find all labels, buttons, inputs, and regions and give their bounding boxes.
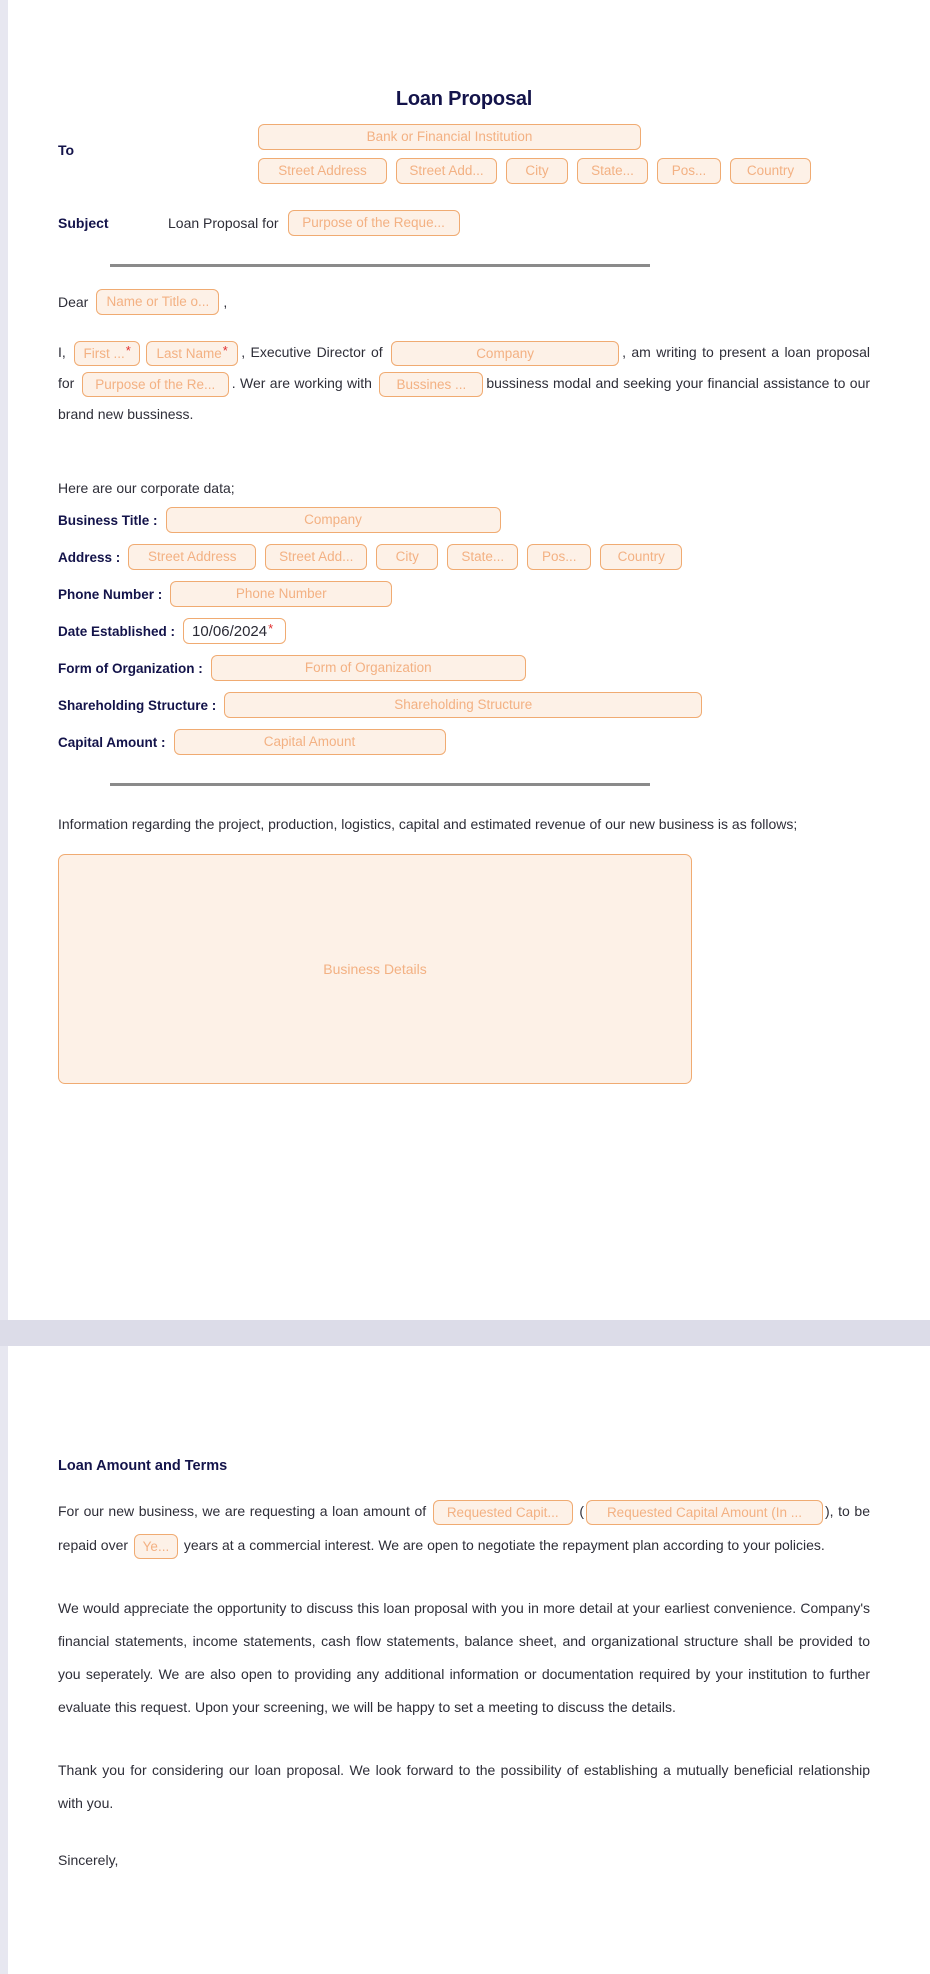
shareholding-structure-input[interactable]: Shareholding Structure (224, 692, 703, 718)
recipient-address-row: Street Address Street Add... City State.… (258, 158, 870, 184)
repayment-years-input[interactable]: Ye... (133, 1533, 178, 1559)
loan-terms-paragraph: For our new business, we are requesting … (58, 1494, 870, 1562)
address-label: Address : (58, 549, 121, 565)
subject-label: Subject (58, 215, 109, 231)
corporate-data-intro: Here are our corporate data; (58, 480, 235, 496)
corporate-row-phone: Phone Number : Phone Number (58, 581, 870, 607)
to-label: To (58, 142, 75, 158)
business-title-label: Business Title : (58, 512, 158, 528)
corporate-country-input[interactable]: Country (600, 544, 683, 570)
divider-bottom (110, 783, 650, 786)
intro-text-1: I, (58, 344, 66, 360)
corporate-city-input[interactable]: City (376, 544, 439, 570)
recipient-street-address-2-input[interactable]: Street Add... (396, 158, 497, 184)
corporate-row-business-title: Business Title : Company (58, 507, 870, 533)
closing-paragraph-1: We would appreciate the opportunity to d… (58, 1600, 870, 1715)
salutation-block: Dear Name or Title o... , (58, 289, 870, 315)
sincerely-text: Sincerely, (58, 1852, 119, 1868)
recipient-country-input[interactable]: Country (730, 158, 811, 184)
date-established-label: Date Established : (58, 623, 176, 639)
closing-paragraph-2: Thank you for considering our loan propo… (58, 1762, 870, 1811)
recipient-street-address-1-input[interactable]: Street Address (258, 158, 387, 184)
recipient-state-input[interactable]: State... (577, 158, 648, 184)
first-name-input[interactable]: First ... * (74, 340, 141, 366)
corporate-street-address-1-input[interactable]: Street Address (128, 544, 257, 570)
requested-capital-amount-input[interactable]: Requested Capit... (432, 1499, 573, 1525)
shareholding-structure-label: Shareholding Structure : (58, 697, 217, 713)
page-title: Loan Proposal (395, 88, 533, 110)
form-of-organization-label: Form of Organization : (58, 660, 203, 676)
corporate-address-fields: Street Address Street Add... City State.… (128, 544, 683, 570)
subject-purpose-input[interactable]: Purpose of the Reque... (287, 210, 460, 236)
loan-terms-text-1: For our new business, we are requesting … (58, 1503, 427, 1519)
intro-paragraph: I, First ... * Last Name *, Executive Direc… (58, 337, 870, 430)
business-details-textarea[interactable]: Business Details (58, 854, 692, 1084)
corporate-row-address: Address : Street Address Street Add... C… (58, 544, 870, 570)
corporate-row-form-of-organization: Form of Organization : Form of Organizat… (58, 655, 870, 681)
loan-terms-heading: Loan Amount and Terms (58, 1458, 228, 1474)
intro-text-2: , Executive Director of (241, 344, 383, 360)
corporate-row-capital-amount: Capital Amount : Capital Amount (58, 729, 870, 755)
subject-prefix-text: Loan Proposal for (168, 215, 279, 231)
capital-amount-input[interactable]: Capital Amount (173, 729, 446, 755)
phone-number-label: Phone Number : (58, 586, 163, 602)
document-page-2: Loan Amount and Terms For our new busine… (8, 1346, 930, 1974)
required-marker: * (222, 342, 228, 358)
last-name-input[interactable]: Last Name * (146, 340, 239, 366)
recipient-city-input[interactable]: City (506, 158, 568, 184)
corporate-street-address-2-input[interactable]: Street Add... (265, 544, 368, 570)
corporate-state-input[interactable]: State... (447, 544, 519, 570)
salutation-comma: , (223, 294, 228, 310)
subject-block: Subject Loan Proposal for Purpose of the… (58, 210, 870, 236)
company-name-input[interactable]: Company (391, 340, 620, 366)
recipient-postal-code-input[interactable]: Pos... (657, 158, 721, 184)
business-model-input[interactable]: Bussines ... (379, 371, 484, 397)
phone-number-input[interactable]: Phone Number (170, 581, 393, 607)
salutation-name-input[interactable]: Name or Title o... (96, 289, 220, 315)
business-title-input[interactable]: Company (165, 507, 501, 533)
dear-label: Dear (58, 294, 89, 310)
capital-amount-label: Capital Amount : (58, 734, 166, 750)
business-info-paragraph: Information regarding the project, produ… (58, 816, 798, 832)
loan-purpose-input[interactable]: Purpose of the Re... (81, 371, 229, 397)
open-paren: ( (579, 1503, 584, 1519)
corporate-row-shareholding-structure: Shareholding Structure : Shareholding St… (58, 692, 870, 718)
page-break-separator (0, 1320, 930, 1346)
document-page-1: Loan Proposal To Bank or Financial Insti… (8, 0, 930, 1320)
form-of-organization-input[interactable]: Form of Organization (210, 655, 526, 681)
loan-terms-text-3: years at a commercial interest. We are o… (183, 1537, 825, 1553)
required-marker: * (125, 342, 131, 358)
corporate-postal-code-input[interactable]: Pos... (527, 544, 592, 570)
intro-text-4: . Wer are working with (231, 375, 372, 391)
document-root: Loan Proposal To Bank or Financial Insti… (0, 0, 930, 1974)
bank-or-institution-input[interactable]: Bank or Financial Institution (258, 124, 641, 150)
recipient-block: To Bank or Financial Institution Street … (58, 124, 870, 184)
requested-capital-amount-words-input[interactable]: Requested Capital Amount (In ... (586, 1499, 823, 1525)
divider-top (110, 264, 650, 267)
date-established-input[interactable]: 10/06/2024 * (183, 618, 287, 644)
required-marker: * (268, 620, 274, 636)
corporate-row-date-established: Date Established : 10/06/2024 * (58, 618, 870, 644)
